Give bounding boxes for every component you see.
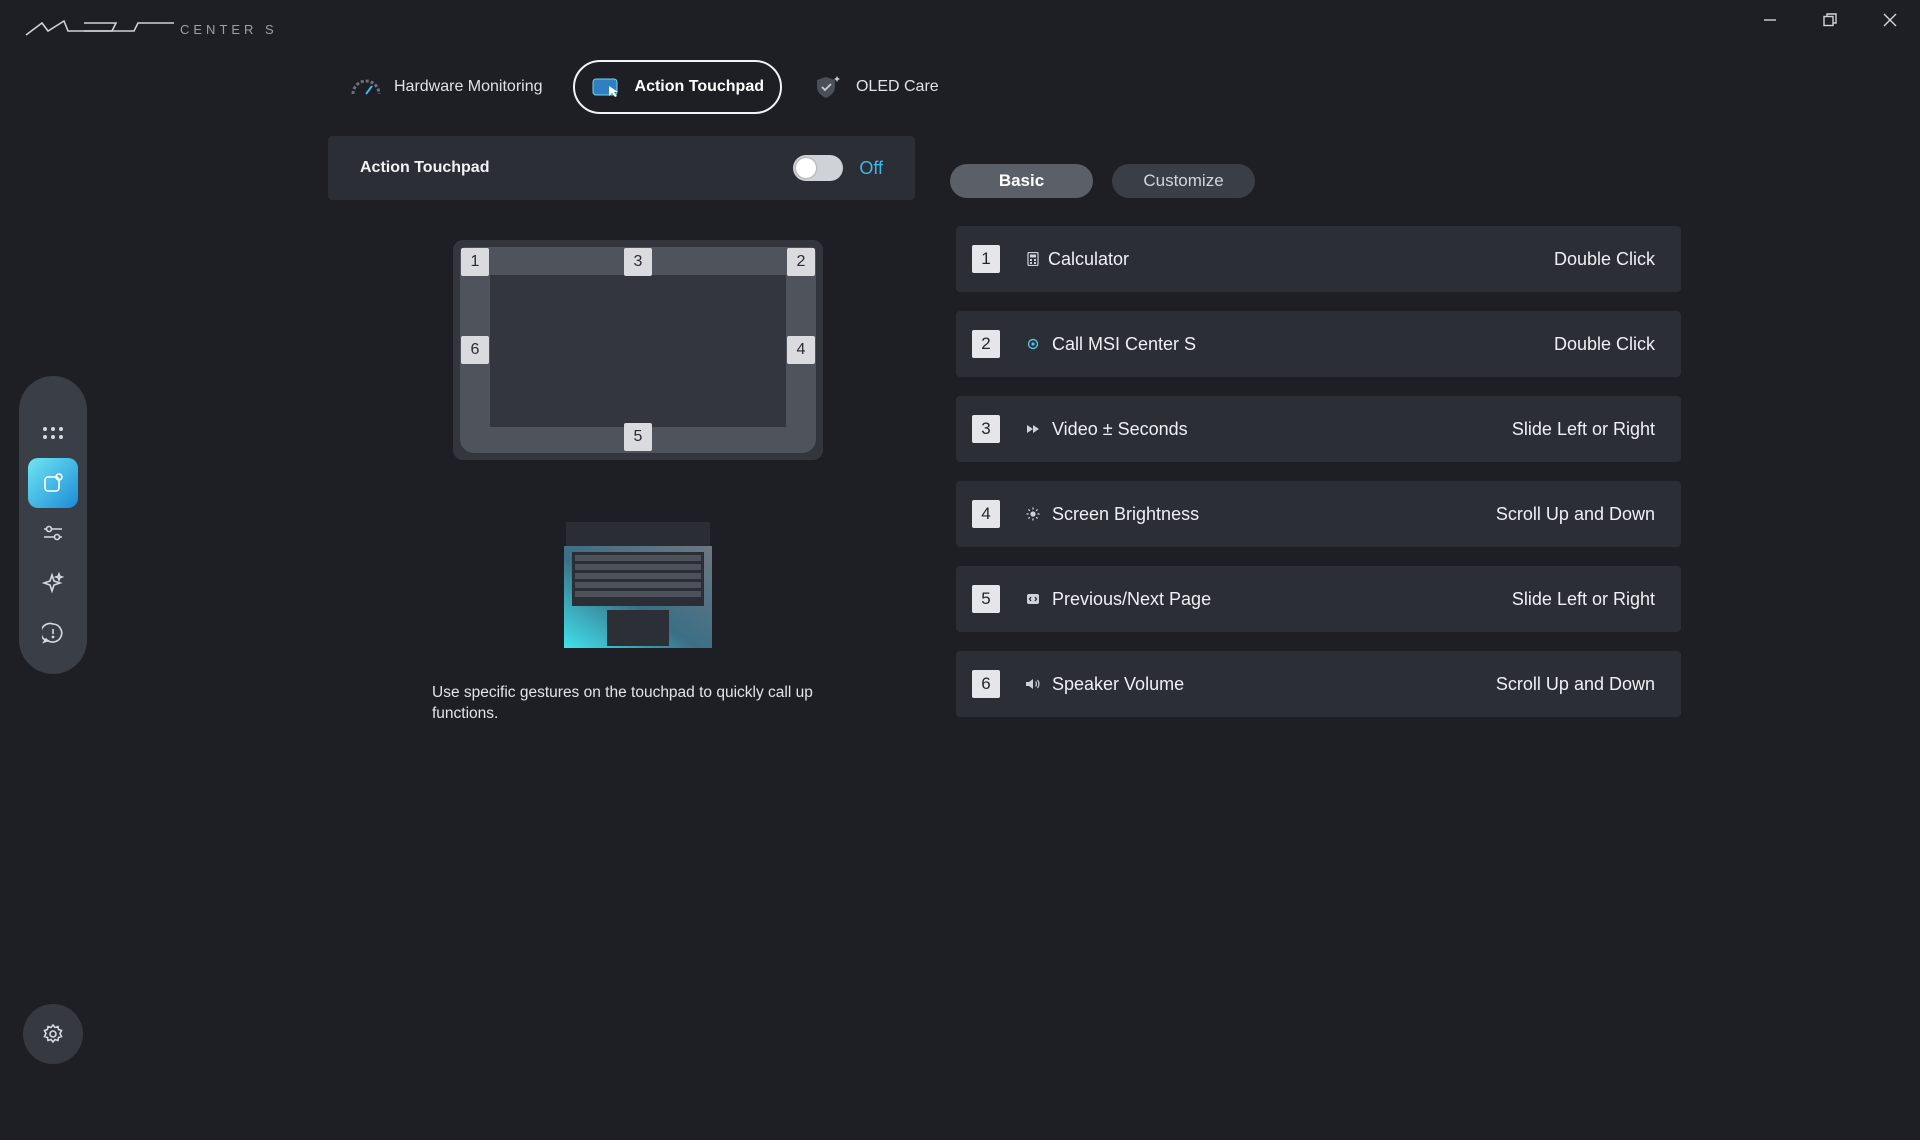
customize-mode-button[interactable]: Customize: [1112, 164, 1255, 198]
apps-grid-icon: [43, 427, 63, 439]
sidebar-item-device-features[interactable]: [28, 458, 78, 508]
gesture-number: 1: [972, 245, 1000, 273]
gesture-row[interactable]: 6 Speaker Volume Scroll Up and Down: [956, 651, 1681, 717]
gesture-row[interactable]: 1 Calculator Double Click: [956, 226, 1681, 292]
toggle-label: Action Touchpad: [360, 159, 490, 176]
zone-badge-1: 1: [461, 248, 489, 276]
gesture-number: 4: [972, 500, 1000, 528]
gauge-icon: [350, 75, 382, 99]
sidebar-rail: [19, 376, 87, 674]
brightness-icon: [1024, 505, 1042, 523]
gear-icon: [43, 1023, 63, 1044]
calculator-icon: [1024, 250, 1042, 268]
function-name: Calculator: [1048, 248, 1130, 269]
sidebar-item-settings-tuning[interactable]: [28, 508, 78, 558]
gesture-row[interactable]: 2 Call MSI Center S Double Click: [956, 311, 1681, 377]
action-touchpad-toggle-panel: Action Touchpad Off: [328, 136, 915, 200]
settings-button[interactable]: [23, 1004, 83, 1064]
sidebar-item-support[interactable]: [28, 608, 78, 658]
zone-badge-5: 5: [624, 423, 652, 451]
touchpad-hint-text: Use specific gestures on the touchpad to…: [432, 684, 813, 722]
zone-badge-4: 4: [787, 336, 815, 364]
tab-action-touchpad[interactable]: Action Touchpad: [572, 60, 782, 114]
tab-label: OLED Care: [855, 78, 939, 95]
gesture-number: 5: [972, 585, 1000, 613]
tab-label: Hardware Monitoring: [394, 78, 543, 95]
top-tabs: Hardware Monitoring Action Touchpad OLED…: [332, 60, 957, 114]
switch-state-text: Off: [859, 157, 883, 178]
sidebar-item-ai[interactable]: [28, 558, 78, 608]
gesture-number: 6: [972, 670, 1000, 698]
tab-oled-care[interactable]: OLED Care: [794, 60, 957, 114]
fast-forward-icon: [1024, 420, 1042, 438]
minimize-button[interactable]: [1740, 0, 1800, 40]
zone-badge-2: 2: [787, 248, 815, 276]
gesture-row[interactable]: 3 Video ± Seconds Slide Left or Right: [956, 396, 1681, 462]
window-controls: [1740, 0, 1920, 40]
speaker-icon: [1024, 675, 1042, 693]
action-touchpad-switch[interactable]: [793, 155, 844, 181]
close-icon: [1883, 13, 1897, 27]
gesture-type: Double Click: [1553, 333, 1655, 354]
msi-center-icon: [1024, 335, 1042, 353]
gesture-row[interactable]: 4 Screen Brightness Scroll Up and Down: [956, 481, 1681, 547]
gesture-type: Double Click: [1553, 248, 1655, 269]
page-icon: [1024, 590, 1042, 608]
minimize-icon: [1764, 19, 1776, 21]
function-name: Speaker Volume: [1052, 673, 1185, 694]
basic-mode-button[interactable]: Basic: [950, 164, 1093, 198]
gesture-number: 2: [972, 330, 1000, 358]
tab-label: Action Touchpad: [634, 78, 764, 95]
function-name: Previous/Next Page: [1052, 588, 1212, 609]
gesture-number: 3: [972, 415, 1000, 443]
touchpad-icon: [591, 75, 623, 99]
function-name: Video ± Seconds: [1052, 418, 1188, 439]
device-feature-icon: [44, 473, 63, 492]
zone-badge-3: 3: [624, 248, 652, 276]
switch-knob: [796, 158, 817, 178]
sparkle-icon: [42, 572, 64, 594]
function-name: Call MSI Center S: [1052, 333, 1197, 354]
sidebar-item-apps[interactable]: [28, 408, 78, 458]
zone-badge-6: 6: [461, 336, 489, 364]
touchpad-zone-diagram: 1 3 2 6 4 5: [453, 240, 823, 460]
support-icon: [42, 622, 63, 644]
gesture-type: Slide Left or Right: [1511, 418, 1655, 439]
restore-button[interactable]: [1800, 0, 1860, 40]
sliders-icon: [44, 525, 62, 541]
gesture-type: Scroll Up and Down: [1495, 673, 1655, 694]
shield-icon: [812, 75, 844, 99]
msi-logo-icon: CENTER S: [25, 19, 278, 37]
gesture-list: 1 Calculator Double Click 2 Call MSI Cen…: [956, 226, 1681, 736]
touchpad-center: [490, 275, 786, 427]
function-name: Screen Brightness: [1052, 503, 1200, 524]
tab-hardware-monitoring[interactable]: Hardware Monitoring: [332, 60, 561, 114]
gesture-type: Slide Left or Right: [1511, 588, 1655, 609]
msi-center-logo: CENTER S: [24, 16, 300, 40]
gesture-type: Scroll Up and Down: [1495, 503, 1655, 524]
gesture-row[interactable]: 5 Previous/Next Page Slide Left or Right: [956, 566, 1681, 632]
laptop-illustration: [564, 522, 712, 648]
restore-icon: [1823, 13, 1837, 27]
logo-text: CENTER S: [180, 22, 278, 37]
close-button[interactable]: [1860, 0, 1920, 40]
mode-switcher: Basic Customize: [950, 164, 1255, 198]
